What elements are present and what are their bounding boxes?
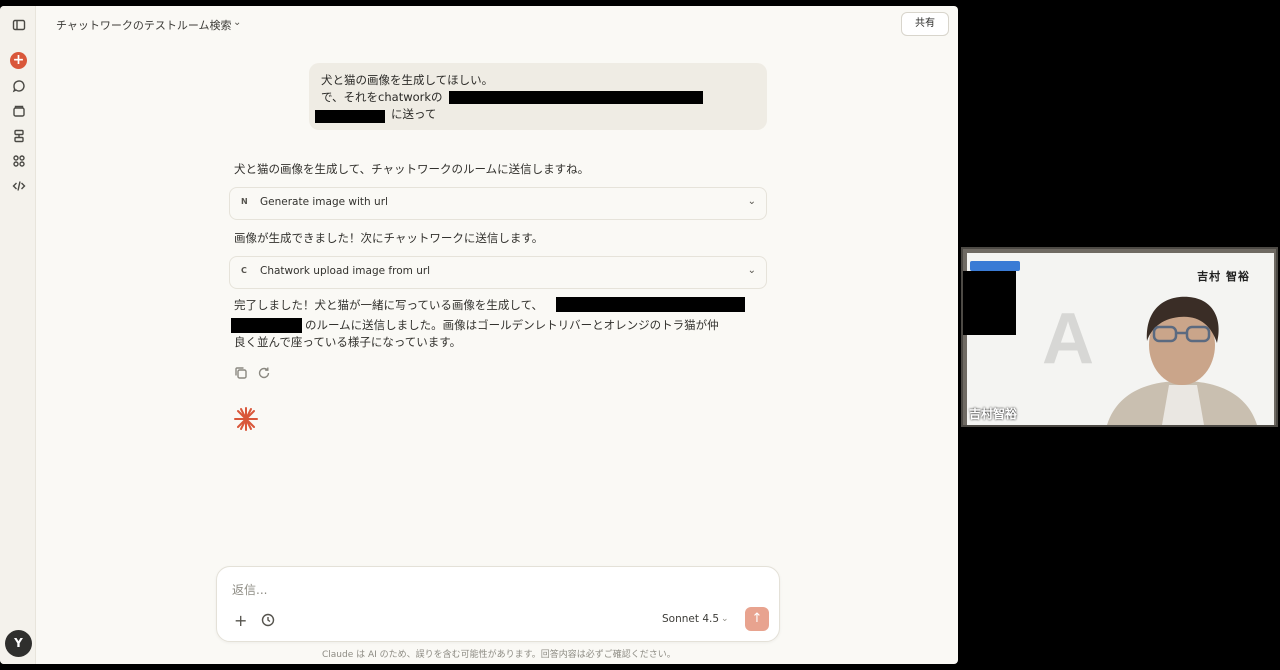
chat-title[interactable]: チャットワークのテストルーム検索 [56,17,232,33]
model-selector[interactable]: Sonnet 4.5 [662,613,719,625]
projects-icon[interactable] [10,102,27,119]
claude-app-window: + Y チャットワークのテストルーム検索 ⌄ 共有 犬と猫の画像を生成してほしい… [0,6,958,664]
retry-icon[interactable] [257,365,271,379]
tool-icon: C [241,266,247,275]
redaction-box [449,91,703,104]
disclaimer-text: Claude は AI のため、誤りを含む可能性があります。回答内容は必ずご確認… [322,650,676,660]
tool-call-card[interactable]: N Generate image with url ⌄ [229,187,767,220]
chevron-down-icon[interactable]: ⌄ [721,614,729,624]
tool-call-card[interactable]: C Chatwork upload image from url ⌄ [229,256,767,289]
slide-presenter-name: 吉村 智裕 [1197,270,1250,283]
assistant-text: 良く並んで座っている様子になっています。 [234,335,462,349]
tool-icon: N [241,197,248,206]
claude-spark-icon [234,407,258,431]
clock-icon[interactable] [261,612,275,627]
artifacts-icon[interactable] [10,127,27,144]
user-message-line: 犬と猫の画像を生成してほしい。 [321,73,494,87]
message-composer: + Sonnet 4.5 ⌄ ↑ [216,566,780,642]
video-call-tile: 吉村 智裕 A 吉村智裕 [961,247,1278,427]
user-message-line: に送って [391,107,437,121]
copy-icon[interactable] [234,365,248,379]
assistant-text: のルームに送信しました。画像はゴールデンレトリバーとオレンジのトラ猫が仲 [305,318,719,332]
redaction-box [963,271,1016,335]
slide-tag-badge [970,261,1020,271]
share-button[interactable]: 共有 [901,12,949,36]
left-rail: + Y [0,6,36,664]
participant-name-label: 吉村智裕 [969,407,1018,421]
redaction-box [556,297,745,312]
chats-icon[interactable] [10,77,27,94]
chevron-down-icon[interactable]: ⌄ [748,196,756,207]
send-button[interactable]: ↑ [745,607,769,631]
user-avatar[interactable]: Y [5,630,32,657]
chevron-down-icon[interactable]: ⌄ [748,265,756,276]
sidebar-toggle-icon[interactable] [10,16,27,33]
chevron-down-icon[interactable]: ⌄ [233,17,241,28]
tool-call-label: Generate image with url [260,196,388,208]
new-chat-button[interactable]: + [10,52,27,69]
add-attachment-button[interactable]: + [234,611,247,630]
redaction-box [231,318,302,333]
assistant-text: 画像が生成できました！次にチャットワークに送信します。 [234,231,544,245]
assistant-text: 完了しました！犬と猫が一緒に写っている画像を生成して、 [234,298,544,312]
reply-input[interactable] [232,583,652,597]
redaction-box [315,110,385,123]
apps-icon[interactable] [10,152,27,169]
assistant-text: 犬と猫の画像を生成して、チャットワークのルームに送信しますね。 [234,162,590,176]
tool-call-label: Chatwork upload image from url [260,265,431,277]
code-icon[interactable] [10,177,27,194]
presenter-figure [1107,296,1257,425]
slide-logo: A [1042,299,1094,379]
